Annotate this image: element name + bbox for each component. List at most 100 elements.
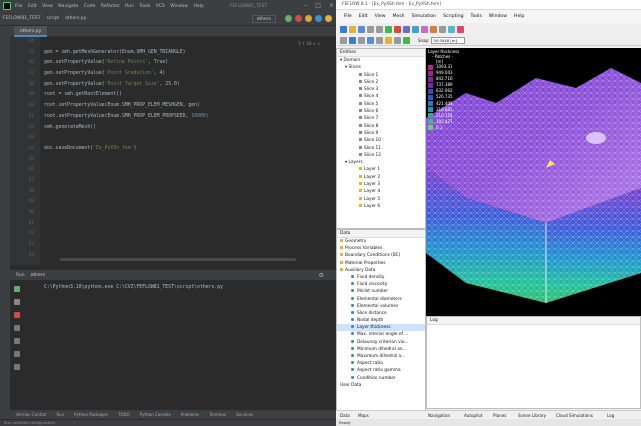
tool-python-packages[interactable]: Python Packages bbox=[74, 412, 108, 417]
menu-vcs[interactable]: VCS bbox=[156, 4, 165, 9]
breadcrumb-project[interactable]: FEFLOW81_TEST bbox=[3, 16, 41, 21]
fe-menu-scripting[interactable]: Scripting bbox=[443, 14, 463, 19]
tree-slice-item[interactable]: Slice 10 bbox=[337, 137, 425, 144]
fe-menu-mesh[interactable]: Mesh bbox=[393, 14, 405, 19]
tree-domain[interactable]: ▾ Domain bbox=[337, 57, 425, 64]
menu-edit[interactable]: Edit bbox=[28, 4, 37, 9]
breadcrumb-file[interactable]: others.py bbox=[65, 16, 86, 21]
inspection-widget[interactable]: 3 ↑ 18 ∧ ∨ bbox=[298, 41, 320, 46]
soft-wrap-icon[interactable] bbox=[14, 325, 20, 331]
minimize-icon[interactable]: – bbox=[304, 2, 307, 9]
record-icon[interactable] bbox=[457, 26, 464, 33]
fe-menu-window[interactable]: Window bbox=[489, 14, 507, 19]
scroll-to-end-icon[interactable] bbox=[14, 338, 20, 344]
fe-menu-file[interactable]: File bbox=[344, 14, 352, 19]
tool-problems[interactable]: Problems bbox=[181, 412, 199, 417]
tree-layer-item[interactable]: Layer 1 bbox=[337, 166, 425, 173]
aux-data-item[interactable]: Aspect ratio gamma bbox=[337, 367, 425, 374]
grid-icon[interactable] bbox=[448, 26, 455, 33]
3d-view[interactable]: Layer thickness - Patches - [m] 1093.31 9… bbox=[426, 48, 641, 316]
close-icon[interactable]: × bbox=[329, 2, 334, 9]
fe-menu-help[interactable]: Help bbox=[514, 14, 524, 19]
tree-layer-item[interactable]: Layer 4 bbox=[337, 188, 425, 195]
tree-slice-item[interactable]: Slice 5 bbox=[337, 101, 425, 108]
gear-icon[interactable]: ⚙ bbox=[319, 272, 324, 279]
mesh-icon[interactable] bbox=[403, 26, 410, 33]
aux-data-item[interactable]: Delaunay criterion vio... bbox=[337, 339, 425, 346]
tool-services[interactable]: Services bbox=[236, 412, 253, 417]
view-3d-icon[interactable] bbox=[412, 26, 419, 33]
menu-code[interactable]: Code bbox=[84, 4, 96, 9]
tree-slice-item[interactable]: Slice 2 bbox=[337, 79, 425, 86]
menu-help[interactable]: Help bbox=[193, 4, 203, 9]
data-group[interactable]: Geometry bbox=[337, 238, 425, 245]
tree-slice-item[interactable]: Slice 6 bbox=[337, 108, 425, 115]
tree-layer-item[interactable]: Layer 2 bbox=[337, 174, 425, 181]
debug-icon[interactable] bbox=[295, 15, 302, 22]
menu-refactor[interactable]: Refactor bbox=[101, 4, 120, 9]
aux-data-item[interactable]: Elemental volumes bbox=[337, 303, 425, 310]
view-top-icon[interactable] bbox=[367, 36, 374, 44]
fe-menu-simulation[interactable]: Simulation bbox=[412, 14, 436, 19]
tree-slice-item[interactable]: Slice 12 bbox=[337, 152, 425, 159]
measure-icon[interactable] bbox=[394, 36, 401, 44]
aux-data-item[interactable]: Layer thickness bbox=[337, 324, 425, 332]
tree-slices[interactable]: ▾ Slices bbox=[337, 64, 425, 71]
pan-icon[interactable] bbox=[349, 36, 356, 44]
data-group[interactable]: Process Variables bbox=[337, 245, 425, 252]
aux-data-item[interactable]: Max. interior angle of ... bbox=[337, 331, 425, 338]
aux-data-item[interactable]: Fluid viscosity bbox=[337, 281, 425, 288]
aux-data-item[interactable]: Maximum dihedral a... bbox=[337, 353, 425, 360]
coverage-icon[interactable] bbox=[305, 15, 312, 22]
run-tab-others[interactable]: others bbox=[31, 273, 45, 278]
stop-icon[interactable] bbox=[14, 312, 20, 318]
new-file-icon[interactable] bbox=[340, 26, 347, 33]
tree-slice-item[interactable]: Slice 7 bbox=[337, 115, 425, 122]
tree-slice-item[interactable]: Slice 11 bbox=[337, 145, 425, 152]
tree-slice-item[interactable]: Slice 4 bbox=[337, 93, 425, 100]
zoom-icon[interactable] bbox=[439, 26, 446, 33]
stop-simulation-icon[interactable] bbox=[394, 26, 401, 33]
menu-run[interactable]: Run bbox=[125, 4, 134, 9]
aux-data-item[interactable]: Fluid density bbox=[337, 274, 425, 281]
tool-terminal[interactable]: Terminal bbox=[209, 412, 226, 417]
tab-others-py[interactable]: others.py bbox=[14, 26, 48, 37]
highlight-icon[interactable] bbox=[385, 36, 392, 44]
view-side-icon[interactable] bbox=[376, 36, 383, 44]
rotate-icon[interactable] bbox=[358, 36, 365, 44]
tree-slice-item[interactable]: Slice 3 bbox=[337, 86, 425, 93]
menu-view[interactable]: View bbox=[42, 4, 53, 9]
aux-data-item[interactable]: Minimum dihedral an... bbox=[337, 346, 425, 353]
run-icon[interactable] bbox=[285, 15, 292, 22]
settings-icon[interactable] bbox=[325, 15, 332, 22]
pin-icon[interactable] bbox=[14, 364, 20, 370]
horizontal-scrollbar[interactable] bbox=[60, 258, 296, 261]
menu-navigate[interactable]: Navigate bbox=[58, 4, 78, 9]
tree-slice-item[interactable]: Slice 8 bbox=[337, 123, 425, 130]
snap-distance-field[interactable]: 50.0048 [m] bbox=[431, 36, 466, 44]
tool-version-control[interactable]: Version Control bbox=[16, 412, 46, 417]
rerun-icon[interactable] bbox=[14, 286, 20, 292]
tool-todo[interactable]: TODO bbox=[118, 412, 130, 417]
aux-data-item[interactable]: Péclet number bbox=[337, 288, 425, 295]
open-folder-icon[interactable] bbox=[349, 26, 356, 33]
data-group[interactable]: Material Properties bbox=[337, 260, 425, 267]
tree-slice-item[interactable]: Slice 9 bbox=[337, 130, 425, 137]
run-simulation-icon[interactable] bbox=[385, 26, 392, 33]
menu-window[interactable]: Window bbox=[170, 4, 188, 9]
tool-python-console[interactable]: Python Console bbox=[140, 412, 171, 417]
menu-tools[interactable]: Tools bbox=[139, 4, 150, 9]
tree-layer-item[interactable]: Layer 3 bbox=[337, 181, 425, 188]
aux-data-item[interactable]: Elemental diameters bbox=[337, 296, 425, 303]
tree-layer-item[interactable]: Layer 5 bbox=[337, 196, 425, 203]
run-config-select[interactable]: others bbox=[251, 15, 276, 23]
map-icon[interactable] bbox=[430, 26, 437, 33]
fe-menu-edit[interactable]: Edit bbox=[359, 14, 368, 19]
tree-slice-item[interactable]: Slice 1 bbox=[337, 72, 425, 79]
fe-menu-tools[interactable]: Tools bbox=[471, 14, 482, 19]
redo-icon[interactable] bbox=[376, 26, 383, 33]
menu-file[interactable]: File bbox=[15, 4, 23, 9]
data-group-user-data[interactable]: User Data bbox=[337, 382, 425, 389]
save-icon[interactable] bbox=[358, 26, 365, 33]
search-icon[interactable] bbox=[315, 15, 322, 22]
